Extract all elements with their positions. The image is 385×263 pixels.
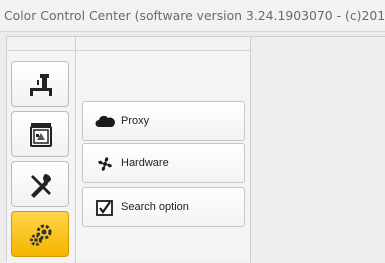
- cloud-icon: [95, 115, 115, 127]
- main-content: Proxy Hardware Search option: [6, 36, 385, 263]
- search-option-label: Search option: [121, 201, 189, 213]
- tab-tools[interactable]: [11, 161, 69, 207]
- fan-icon: [98, 157, 112, 171]
- app-window: Color Control Center (software version 3…: [0, 0, 385, 263]
- plotter-icon: [30, 74, 52, 96]
- window-title: Color Control Center (software version 3…: [4, 8, 385, 23]
- search-option-button[interactable]: Search option: [82, 187, 245, 227]
- proxy-label: Proxy: [121, 115, 150, 127]
- tools-icon: [31, 174, 51, 198]
- detail-panel: [251, 37, 385, 263]
- tab-plotter[interactable]: [11, 61, 69, 107]
- ink-bottle-icon: [30, 123, 52, 147]
- sidebar: [7, 37, 76, 263]
- checkbox-icon: [96, 200, 113, 216]
- sidebar-header: [7, 37, 75, 51]
- hardware-label: Hardware: [121, 157, 169, 169]
- proxy-button[interactable]: Proxy: [82, 101, 245, 141]
- settings-gears-icon: [30, 224, 52, 246]
- tab-settings[interactable]: [11, 211, 69, 257]
- tab-ink[interactable]: [11, 111, 69, 157]
- options-header: [76, 37, 250, 51]
- title-bar: Color Control Center (software version 3…: [0, 0, 385, 32]
- options-panel: Proxy Hardware Search option: [76, 37, 251, 263]
- hardware-button[interactable]: Hardware: [82, 143, 245, 183]
